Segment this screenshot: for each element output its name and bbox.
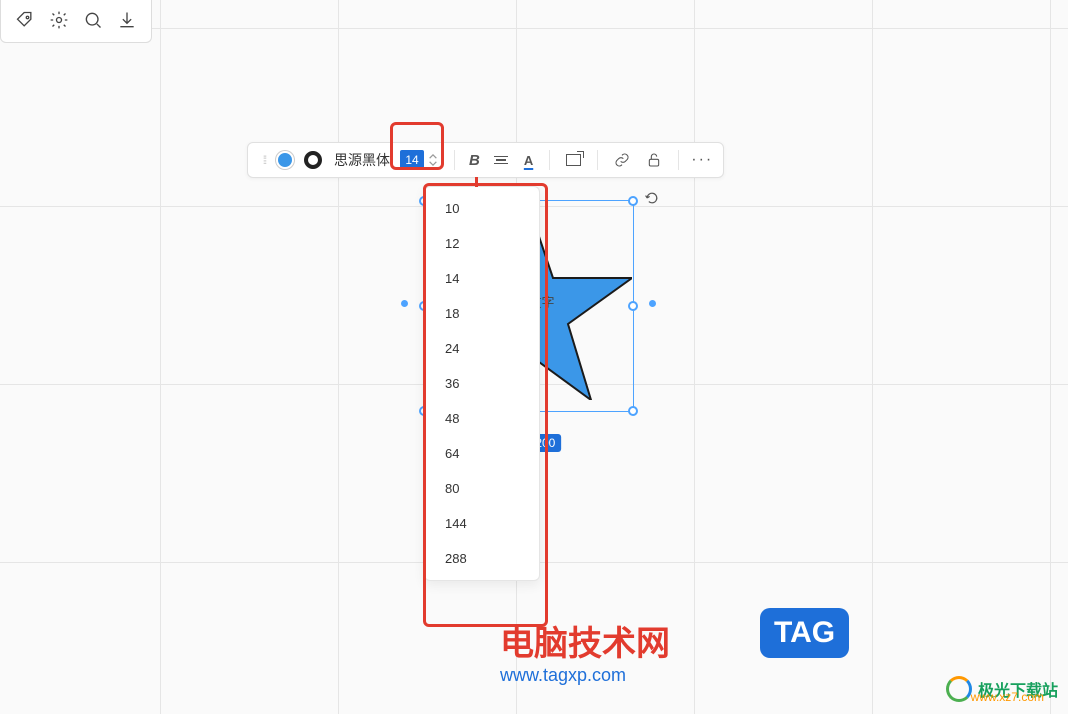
text-color-button[interactable]: A [524,143,533,177]
font-size-option[interactable]: 64 [425,436,539,471]
guide-dot [649,300,656,307]
font-size-option[interactable]: 48 [425,401,539,436]
separator [454,150,455,170]
font-size-option[interactable]: 18 [425,296,539,331]
font-size-option[interactable]: 12 [425,226,539,261]
font-size-option[interactable]: 144 [425,506,539,541]
separator [678,150,679,170]
watermark-url: www.xz7.com [971,690,1044,704]
reset-size-button[interactable] [566,154,581,166]
separator [549,150,550,170]
gear-icon[interactable] [49,10,69,30]
watermark-tag: TAG [760,608,849,658]
fill-color-swatch[interactable] [276,151,294,169]
search-icon[interactable] [83,10,103,30]
font-size-option[interactable]: 36 [425,366,539,401]
drag-grip-icon[interactable]: ⁞⁞ [258,143,270,177]
font-size-stepper[interactable] [428,143,438,177]
rotate-handle[interactable] [644,190,660,206]
watermark-text: 电脑技术网 [500,616,670,665]
tag-icon[interactable] [15,10,35,30]
bold-button[interactable]: B [469,143,480,177]
font-size-dropdown: 10 12 14 18 24 36 48 64 80 144 288 [424,186,540,581]
watermark-url: www.tagxp.com [500,665,670,686]
font-size-option[interactable]: 10 [425,191,539,226]
lock-icon[interactable] [646,152,662,168]
font-size-option[interactable]: 24 [425,331,539,366]
align-button[interactable] [494,143,508,177]
top-toolbar [0,0,152,43]
watermark-site1: 电脑技术网 www.tagxp.com TAG [500,616,670,686]
watermark-site2: 极光下载站 www.xz7.com [946,676,1058,702]
resize-handle-tr[interactable] [628,196,638,206]
resize-handle-br[interactable] [628,406,638,416]
font-size-option[interactable]: 14 [425,261,539,296]
link-icon[interactable] [614,152,630,168]
stroke-color-swatch[interactable] [304,151,322,169]
download-icon[interactable] [117,10,137,30]
context-toolbar: ⁞⁞ 思源黑体 14 B A ··· [247,142,724,178]
swirl-icon [946,676,972,702]
guide-dot [401,300,408,307]
resize-handle-r[interactable] [628,301,638,311]
font-size-option[interactable]: 80 [425,471,539,506]
separator [597,150,598,170]
font-family-select[interactable]: 思源黑体 [334,143,390,177]
font-size-input[interactable]: 14 [400,150,424,170]
font-size-option[interactable]: 288 [425,541,539,576]
annotation-connector [475,177,478,187]
more-button[interactable]: ··· [691,143,713,177]
